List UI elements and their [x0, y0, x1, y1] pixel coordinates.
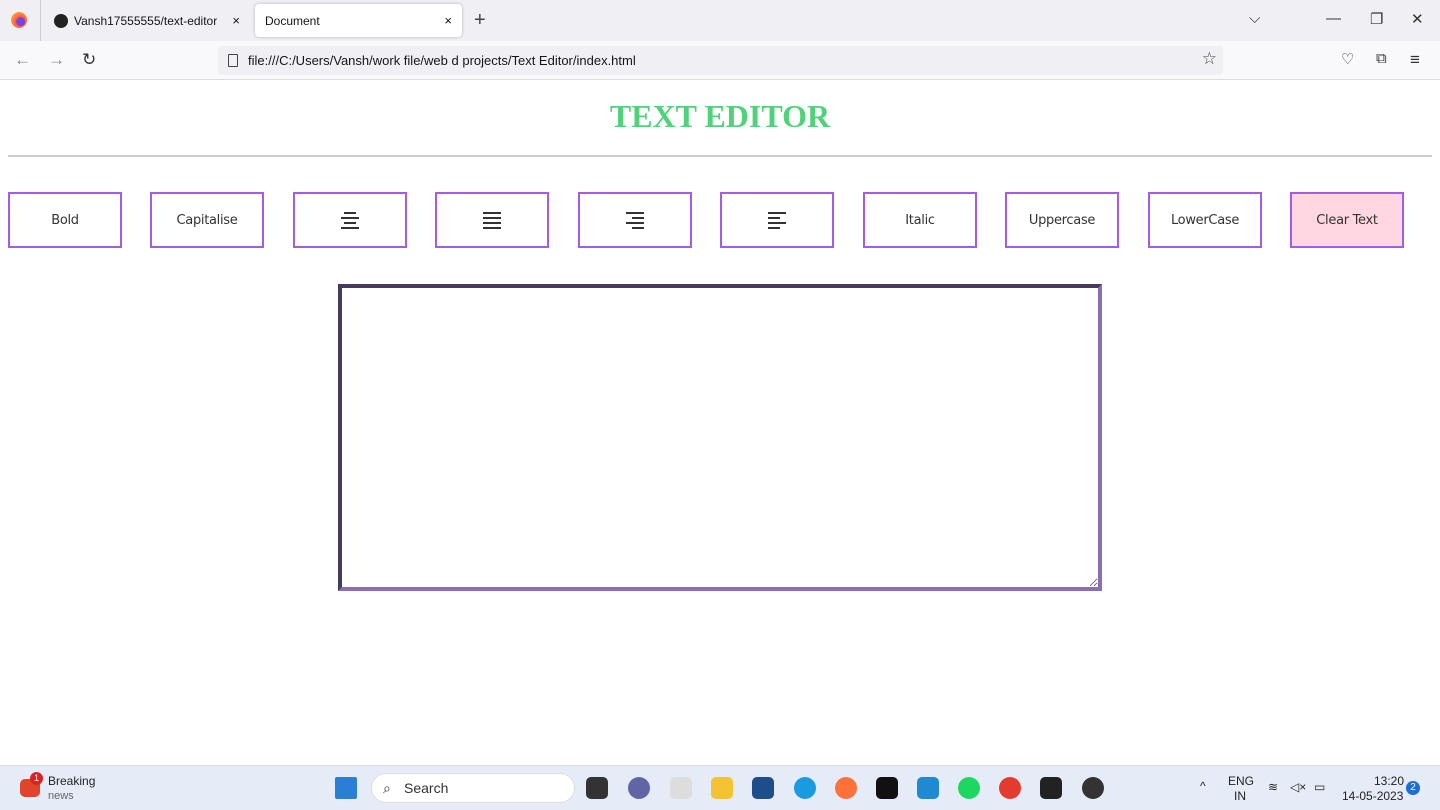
news-title[interactable]: Breaking [48, 774, 95, 788]
start-icon[interactable] [335, 777, 357, 799]
tab-document[interactable]: Document × [255, 4, 462, 37]
region-code: IN [1234, 789, 1246, 803]
bookmark-star-icon[interactable]: ☆ [1202, 49, 1217, 69]
file-explorer-icon[interactable] [711, 777, 733, 799]
spotify-icon[interactable] [958, 777, 980, 799]
search-icon: ⌕ [383, 779, 391, 796]
chrome-icon[interactable] [999, 777, 1021, 799]
tray-chevron-icon[interactable]: ^ [1200, 779, 1206, 793]
battery-icon[interactable]: ▭ [1314, 780, 1325, 794]
tab-label: Document [265, 13, 320, 28]
news-badge: 1 [30, 772, 43, 785]
close-tab-icon[interactable]: × [232, 13, 240, 28]
notification-badge[interactable]: 2 [1406, 781, 1420, 795]
align-right-button[interactable] [578, 192, 692, 248]
edge-icon[interactable] [794, 777, 816, 799]
firefox-icon[interactable] [11, 12, 27, 28]
clear-text-button[interactable]: Clear Text [1290, 192, 1404, 248]
divider [40, 0, 41, 41]
terminal-icon[interactable] [1040, 777, 1062, 799]
wifi-icon[interactable]: ≋ [1268, 780, 1278, 794]
page-title: TEXT EDITOR [609, 98, 831, 134]
page-icon [228, 54, 238, 67]
list-tabs-icon[interactable]: ⌵ [1249, 10, 1260, 27]
capitalise-button[interactable]: Capitalise [150, 192, 264, 248]
align-justify-button[interactable] [435, 192, 549, 248]
language-code[interactable]: ENG [1228, 774, 1254, 788]
tab-label: Vansh17555555/text-editor [74, 13, 218, 28]
store-icon[interactable] [752, 777, 774, 799]
extensions-icon[interactable]: ⧉ [1376, 50, 1387, 67]
tab-bar: Vansh17555555/text-editor × Document × + ⌵… [0, 0, 1440, 41]
lowercase-button[interactable]: LowerCase [1148, 192, 1262, 248]
align-justify-icon [483, 211, 501, 229]
menu-icon[interactable]: ≡ [1410, 50, 1420, 70]
align-center-button[interactable] [293, 192, 407, 248]
taskbar-search[interactable]: ⌕ Search [371, 773, 575, 803]
firefox-taskbar-icon[interactable] [835, 777, 857, 799]
uppercase-button[interactable]: Uppercase [1005, 192, 1119, 248]
taskbar: 1 Breaking news ⌕ Search ^ ENG IN ≋ ◁× ▭ … [0, 765, 1440, 810]
align-center-icon [341, 211, 359, 229]
address-bar[interactable]: file:///C:/Users/Vansh/work file/web d p… [218, 46, 1223, 75]
bold-button[interactable]: Bold [8, 192, 122, 248]
restore-button[interactable]: ❐ [1370, 10, 1383, 28]
dropbox-icon[interactable] [876, 777, 898, 799]
news-subtitle: news [48, 790, 74, 802]
close-window-button[interactable]: ✕ [1411, 10, 1424, 28]
align-left-icon [768, 211, 786, 229]
back-button[interactable]: ← [14, 50, 31, 70]
forward-button[interactable]: → [48, 50, 65, 70]
minimize-button[interactable]: — [1326, 10, 1341, 27]
close-tab-icon[interactable]: × [444, 13, 452, 28]
vscode-icon[interactable] [917, 777, 939, 799]
divider [8, 155, 1432, 157]
mute-icon[interactable]: ◁× [1290, 780, 1306, 794]
amazon-icon[interactable] [670, 777, 692, 799]
reload-button[interactable]: ↻ [82, 50, 96, 70]
url-text: file:///C:/Users/Vansh/work file/web d p… [248, 53, 636, 68]
search-label: Search [404, 780, 449, 796]
pocket-icon[interactable]: ♡ [1341, 50, 1354, 68]
align-left-button[interactable] [720, 192, 834, 248]
editor-textarea[interactable] [338, 284, 1102, 591]
task-view-icon[interactable] [586, 777, 608, 799]
tab-github[interactable]: Vansh17555555/text-editor × [44, 4, 250, 37]
new-tab-button[interactable]: + [474, 9, 486, 32]
clock-time[interactable]: 13:20 [1374, 774, 1404, 788]
media-player-icon[interactable] [1082, 777, 1104, 799]
clock-date: 14-05-2023 [1342, 789, 1404, 803]
teams-icon[interactable] [628, 777, 650, 799]
nav-bar: ← → ↻ file:///C:/Users/Vansh/work file/w… [0, 41, 1440, 80]
italic-button[interactable]: Italic [863, 192, 977, 248]
github-icon [54, 13, 68, 28]
align-right-icon [626, 211, 644, 229]
